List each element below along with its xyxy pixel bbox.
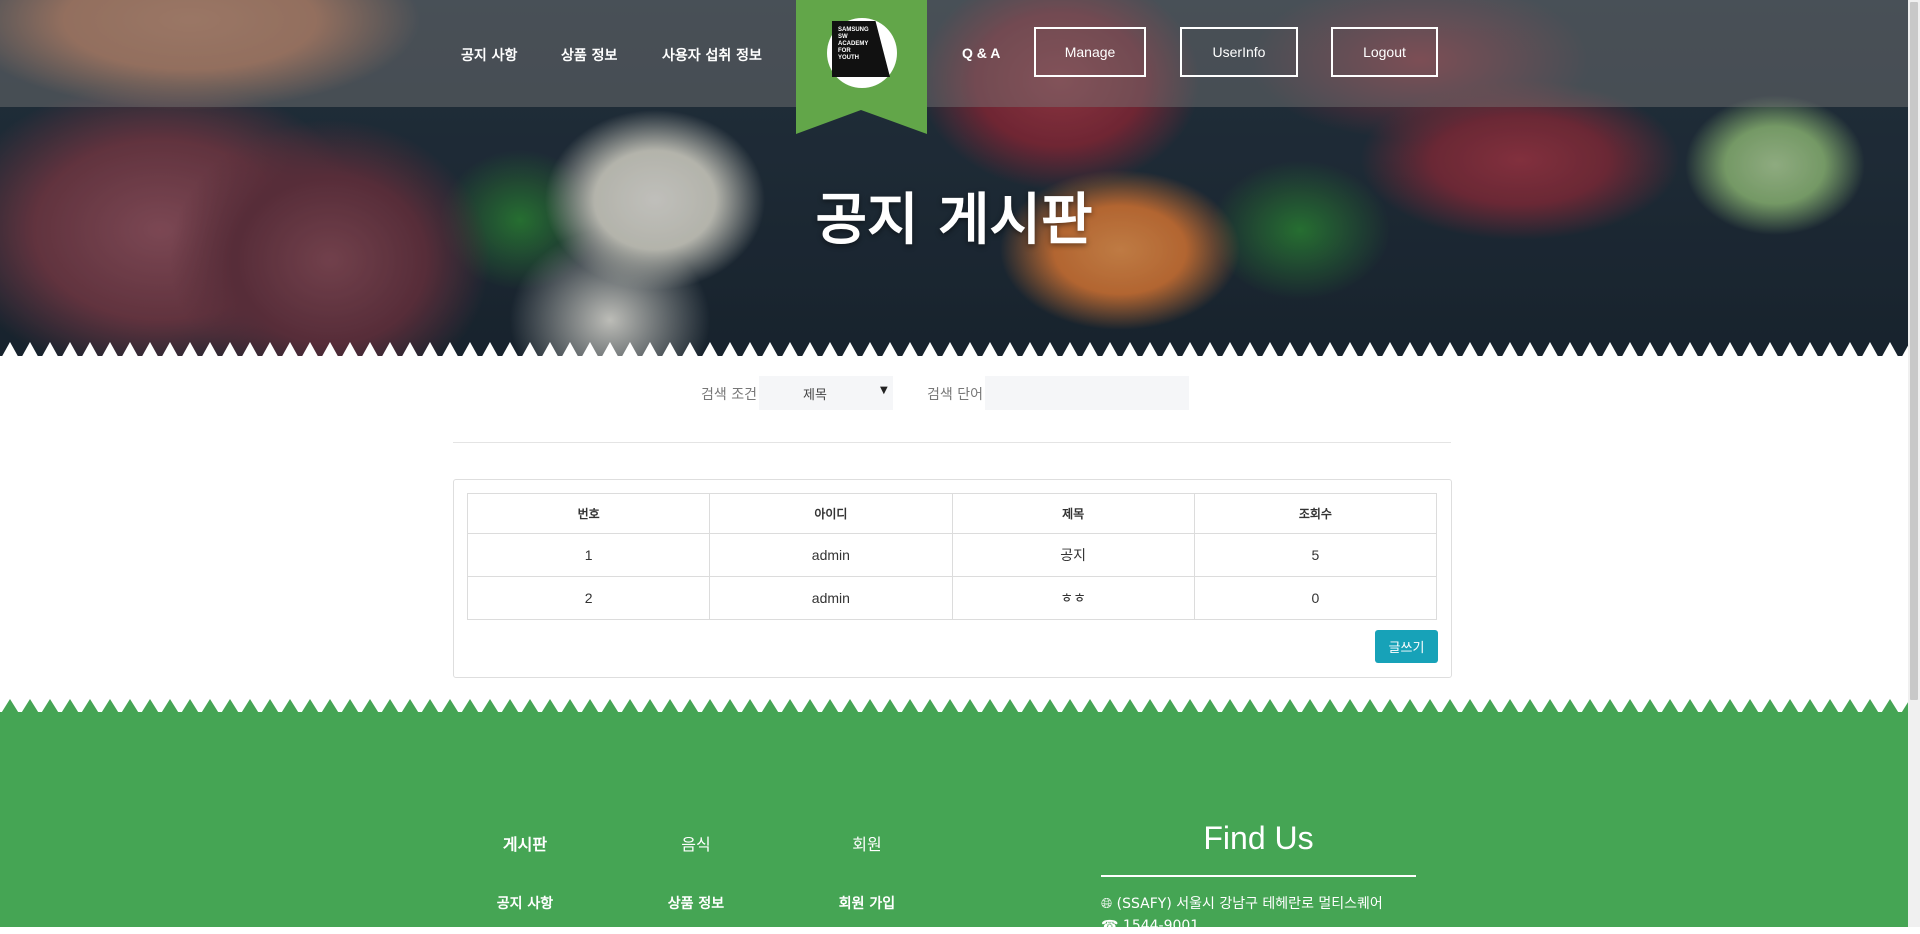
header-id: 아이디 [709, 493, 953, 534]
search-condition-value: 제목 [803, 388, 827, 403]
scrollbar-thumb[interactable] [1910, 2, 1918, 700]
table-row[interactable]: 1 admin 공지 5 [466, 533, 1438, 577]
cell-title-link[interactable]: ㅎㅎ [951, 576, 1195, 620]
footer [0, 713, 1908, 927]
logout-button[interactable]: Logout [1331, 27, 1438, 77]
table-row[interactable]: 2 admin ㅎㅎ 0 [466, 576, 1438, 620]
phone-line: ☎ 1544-9001 [1101, 918, 1199, 934]
top-navigation-bar [0, 0, 1908, 107]
cell-number: 1 [466, 533, 711, 577]
search-word-input[interactable] [985, 376, 1189, 410]
find-us-title: Find Us [1203, 820, 1314, 856]
cell-views: 5 [1193, 533, 1438, 577]
footer-heading-board: 게시판 [502, 835, 548, 854]
header-number: 번호 [466, 493, 711, 534]
footer-heading-food: 음식 [681, 835, 711, 854]
dropdown-caret-icon: ▼ [880, 385, 888, 396]
search-condition-label: 검색 조건 [701, 387, 757, 403]
address-text: (SSAFY) 서울시 강남구 테헤란로 멀티스퀘어 [1116, 896, 1383, 912]
nav-qna-link[interactable]: Q & A [962, 45, 1000, 61]
footer-signup-link[interactable]: 회원 가입 [797, 893, 937, 913]
cell-id: admin [709, 533, 953, 577]
write-post-button[interactable]: 글쓰기 [1375, 630, 1438, 663]
footer-notice-link[interactable]: 공지 사항 [455, 893, 595, 913]
cell-views: 0 [1193, 576, 1438, 620]
footer-product-link[interactable]: 상품 정보 [626, 893, 766, 913]
globe-icon: 🌐︎ [1101, 896, 1113, 912]
find-us-underline [1101, 875, 1416, 877]
nav-product-link[interactable]: 상품 정보 [561, 45, 617, 65]
board-table: 번호 아이디 제목 조회수 1 admin 공지 5 2 admin ㅎㅎ 0 [466, 493, 1438, 620]
table-header-row: 번호 아이디 제목 조회수 [466, 493, 1438, 534]
section-divider [453, 442, 1451, 443]
logo-text: SAMSUNG SW ACADEMY FOR YOUTH [838, 27, 869, 61]
nav-notice-link[interactable]: 공지 사항 [461, 45, 517, 65]
phone-text: 1544-9001 [1122, 918, 1200, 934]
header-views: 조회수 [1193, 493, 1438, 534]
manage-button[interactable]: Manage [1034, 27, 1146, 77]
page-title: 공지 게시판 [815, 188, 1093, 253]
cell-title-link[interactable]: 공지 [951, 533, 1195, 577]
hero-zigzag-divider [0, 336, 1908, 360]
footer-zigzag-divider [0, 697, 1908, 715]
header-title: 제목 [951, 493, 1195, 534]
cell-id: admin [709, 576, 953, 620]
cell-number: 2 [466, 576, 711, 620]
address-line: 🌐︎ (SSAFY) 서울시 강남구 테헤란로 멀티스퀘어 [1101, 893, 1383, 913]
footer-heading-member: 회원 [852, 835, 882, 854]
search-word-label: 검색 단어 [927, 387, 983, 403]
nav-intake-link[interactable]: 사용자 섭취 정보 [662, 45, 762, 65]
userinfo-button[interactable]: UserInfo [1180, 27, 1298, 77]
phone-icon: ☎ [1101, 918, 1119, 934]
